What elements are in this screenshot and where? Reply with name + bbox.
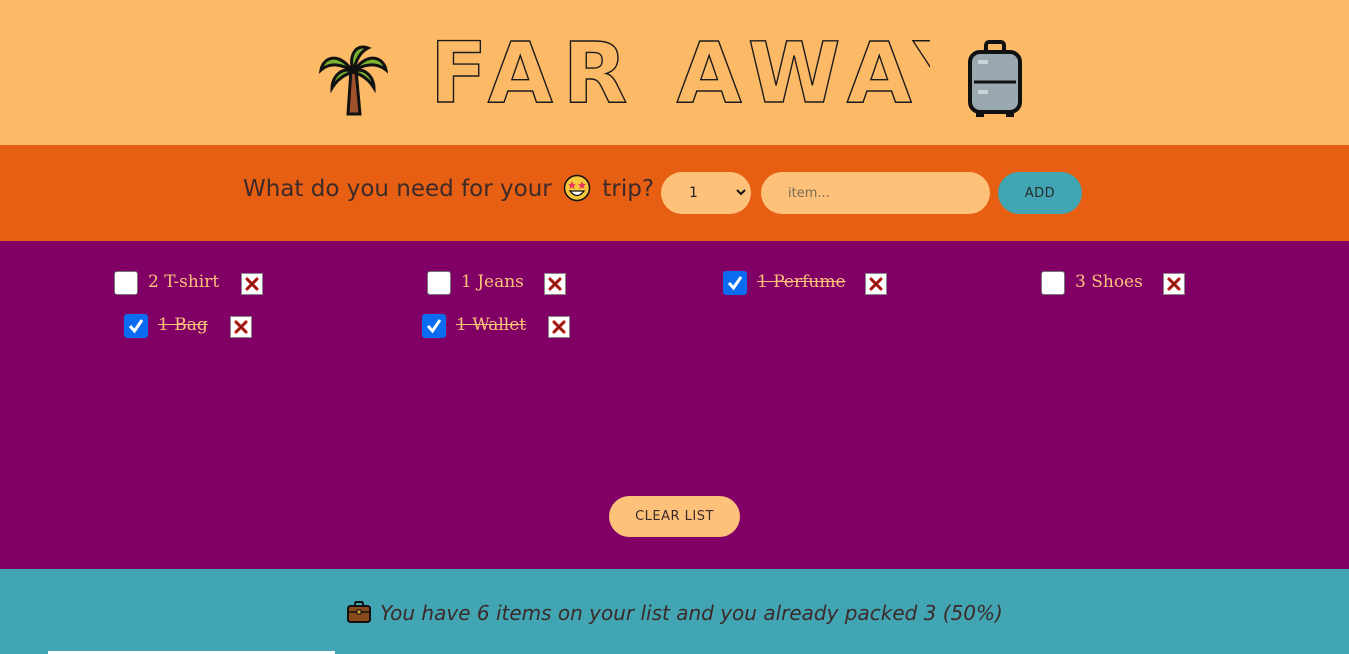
list-item: 2 T-shirt	[114, 271, 274, 301]
delete-item-button[interactable]	[230, 316, 252, 338]
item-label: 2 T-shirt	[148, 272, 220, 292]
list-item: 3 Shoes	[1041, 271, 1201, 301]
item-checkbox[interactable]	[427, 271, 451, 295]
stats-text: You have 6 items on your list and you al…	[380, 601, 1003, 625]
item-checkbox[interactable]	[124, 314, 148, 338]
cross-mark-icon	[869, 277, 883, 291]
delete-item-button[interactable]	[544, 273, 566, 295]
checkmark-icon	[128, 319, 144, 334]
cross-mark-icon	[548, 277, 562, 291]
item-label: 1 Perfume	[757, 272, 846, 292]
list-item: 1 Bag	[124, 314, 264, 344]
list-item: 1 Jeans	[427, 271, 587, 301]
list-item: 1 Wallet	[422, 314, 582, 344]
item-checkbox[interactable]	[422, 314, 446, 338]
cross-mark-icon	[1167, 277, 1181, 291]
cross-mark-icon	[552, 320, 566, 334]
item-label: 1 Wallet	[456, 315, 527, 335]
svg-text:FAR AWAY: FAR AWAY	[430, 34, 930, 106]
app-header: FAR AWAY	[0, 0, 1349, 145]
list-item: 1 Perfume	[723, 271, 893, 301]
item-label: 1 Jeans	[461, 272, 524, 292]
cross-mark-icon	[245, 277, 259, 291]
star-struck-face-icon	[563, 174, 591, 202]
item-label: 3 Shoes	[1075, 272, 1143, 292]
question-text-before: What do you need for your	[243, 176, 552, 202]
luggage-icon	[968, 40, 1022, 117]
packing-stats: You have 6 items on your list and you al…	[0, 598, 1349, 628]
question-text-after: trip?	[602, 176, 655, 202]
form-question: What do you need for your trip?	[243, 174, 654, 204]
delete-item-button[interactable]	[865, 273, 887, 295]
delete-item-button[interactable]	[1163, 273, 1185, 295]
item-input[interactable]	[761, 172, 990, 214]
item-label: 1 Bag	[158, 315, 208, 335]
item-checkbox[interactable]	[723, 271, 747, 295]
briefcase-icon	[347, 601, 372, 623]
app-title: FAR AWAY	[430, 34, 930, 106]
chevron-down-icon	[736, 189, 746, 196]
clear-list-button[interactable]: CLEAR LIST	[609, 496, 740, 537]
item-checkbox[interactable]	[114, 271, 138, 295]
checkmark-icon	[727, 276, 743, 291]
delete-item-button[interactable]	[241, 273, 263, 295]
item-checkbox[interactable]	[1041, 271, 1065, 295]
cross-mark-icon	[234, 320, 248, 334]
palm-tree-icon	[318, 45, 388, 116]
checkmark-icon	[426, 319, 442, 334]
add-button[interactable]: ADD	[998, 172, 1082, 214]
delete-item-button[interactable]	[548, 316, 570, 338]
